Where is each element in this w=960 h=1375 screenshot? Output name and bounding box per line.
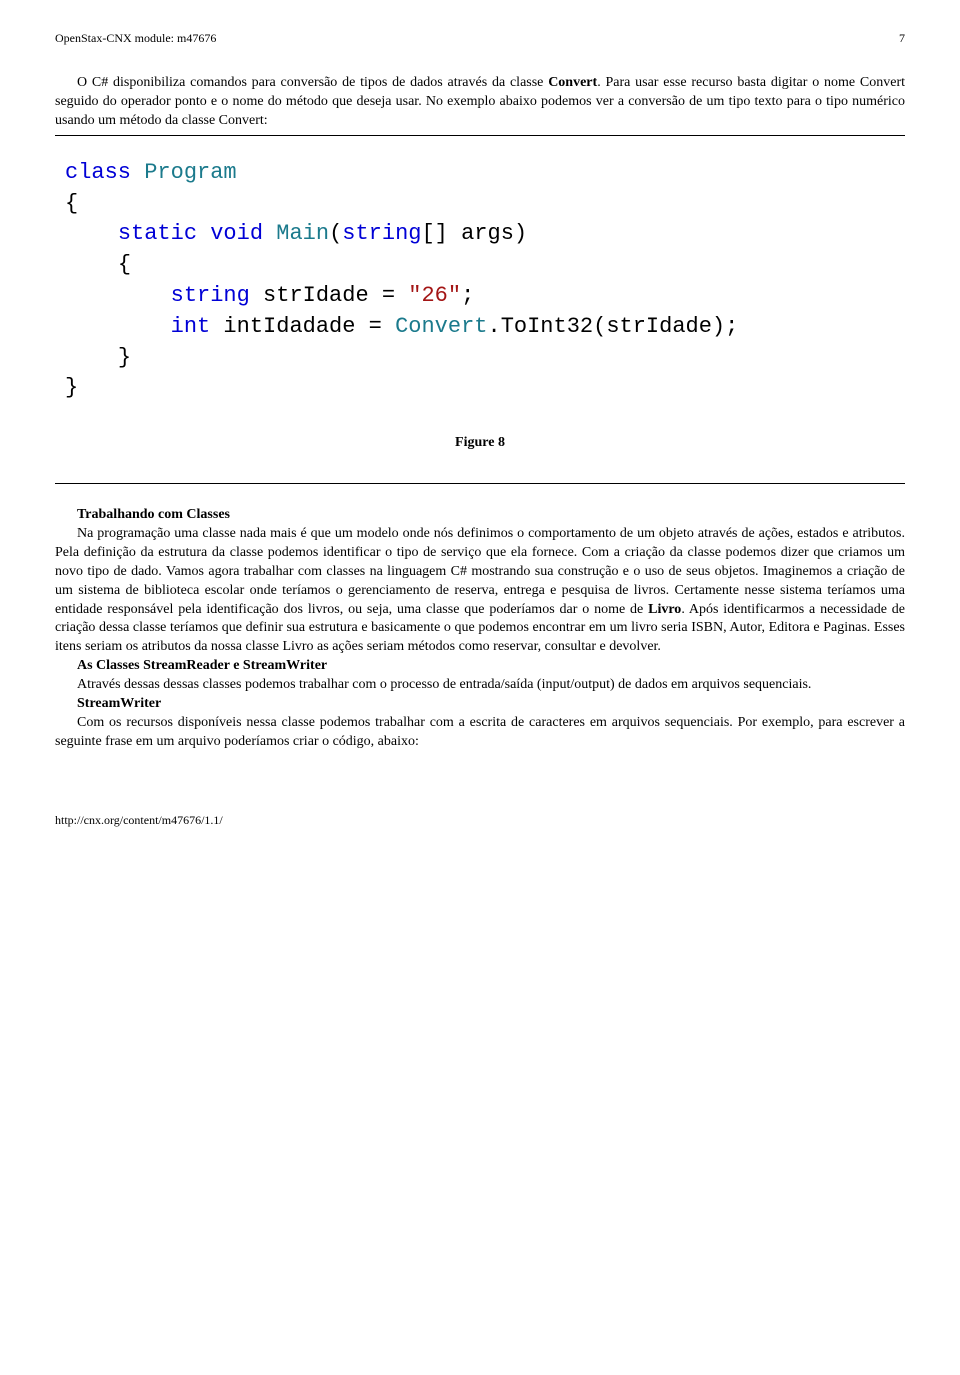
page: OpenStax-CNX module: m47676 7 O C# dispo… — [0, 0, 960, 868]
brace: { — [65, 191, 78, 216]
semi: ; — [461, 283, 474, 308]
args: [] args) — [421, 221, 527, 246]
intro-text-a: O C# disponibiliza comandos para convers… — [77, 75, 548, 90]
kw-string: string — [171, 283, 250, 308]
figure-caption: Figure 8 — [55, 434, 905, 453]
cls-convert: Convert — [395, 314, 487, 339]
convert-call: .ToInt32(strIdade); — [488, 314, 739, 339]
section3-paragraph: Com os recursos disponíveis nessa classe… — [55, 714, 905, 752]
section2-title: As Classes StreamReader e StreamWriter — [55, 657, 905, 676]
code-sample: class Program { static void Main(string[… — [55, 140, 905, 416]
page-number: 7 — [899, 30, 905, 46]
page-footer: http://cnx.org/content/m47676/1.1/ — [55, 812, 905, 828]
var2: intIdadade = — [210, 314, 395, 339]
var1: strIdade = — [250, 283, 408, 308]
footer-url: http://cnx.org/content/m47676/1.1/ — [55, 813, 223, 827]
section1-paragraph: Na programação uma classe nada mais é qu… — [55, 525, 905, 657]
kw-static: static — [118, 221, 197, 246]
kw-class: class — [65, 160, 131, 185]
paren-open: ( — [329, 221, 342, 246]
divider-top — [55, 135, 905, 136]
cls-program: Program — [144, 160, 236, 185]
cls-main: Main — [276, 221, 329, 246]
string-literal: "26" — [408, 283, 461, 308]
kw-void: void — [210, 221, 263, 246]
section3-title: StreamWriter — [55, 695, 905, 714]
brace: { — [118, 252, 131, 277]
section2-paragraph: Através dessas dessas classes podemos tr… — [55, 676, 905, 695]
livro-word: Livro — [648, 602, 681, 617]
brace: } — [118, 345, 131, 370]
brace: } — [65, 375, 78, 400]
module-id: OpenStax-CNX module: m47676 — [55, 30, 216, 46]
page-header: OpenStax-CNX module: m47676 7 — [55, 30, 905, 74]
convert-word: Convert — [548, 75, 597, 90]
intro-paragraph: O C# disponibiliza comandos para convers… — [55, 74, 905, 131]
divider-bottom — [55, 483, 905, 484]
kw-string-arr: string — [342, 221, 421, 246]
kw-int: int — [171, 314, 211, 339]
section1-title: Trabalhando com Classes — [55, 506, 905, 525]
